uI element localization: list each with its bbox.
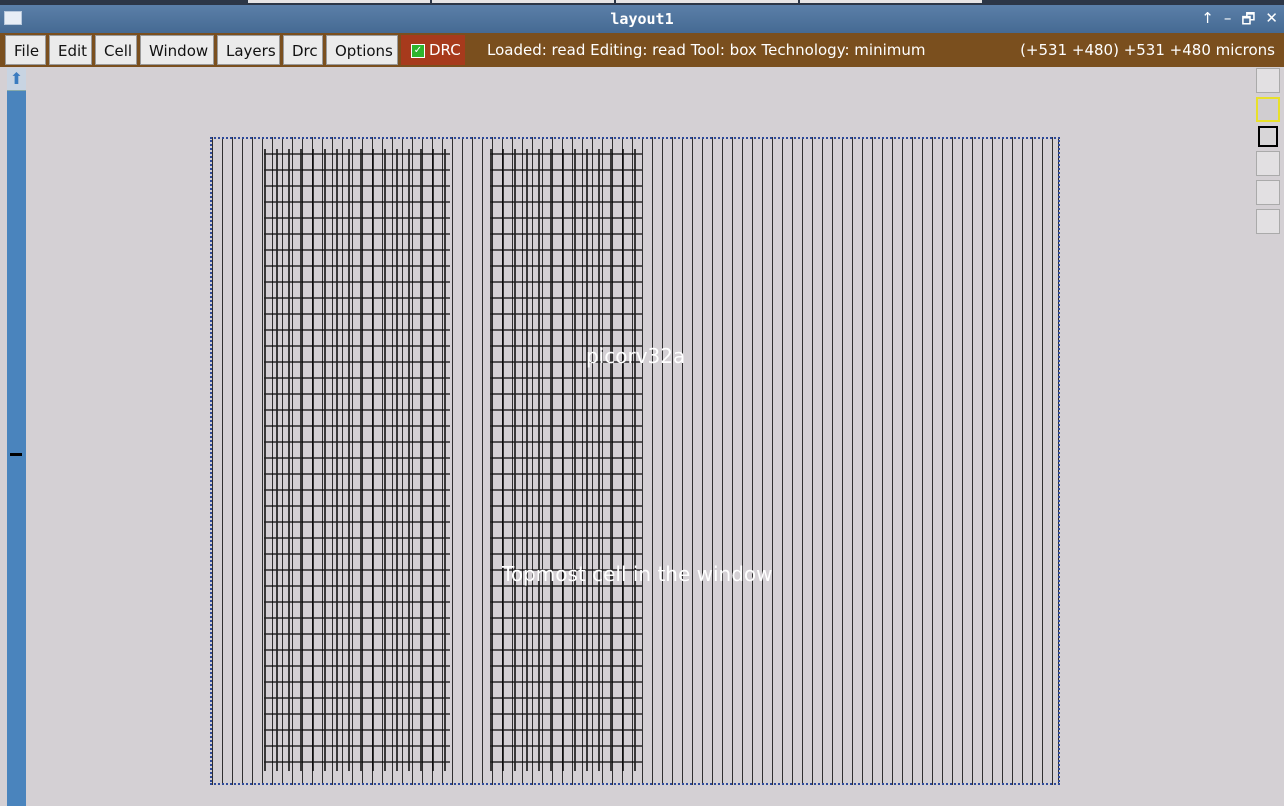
close-icon[interactable]: ✕ [1265, 9, 1278, 34]
tab-strip-segment [248, 0, 430, 3]
minimize-icon[interactable]: – [1224, 9, 1232, 34]
menu-cell[interactable]: Cell [95, 35, 137, 65]
menu-edit[interactable]: Edit [49, 35, 92, 65]
tab-strip-segment [616, 0, 798, 3]
layer-panel [1256, 68, 1280, 238]
cell-boundary[interactable]: picorv32a Topmost cell in the window [210, 137, 1060, 785]
up-arrow-icon[interactable]: ⬆ [7, 68, 26, 91]
tab-strip-segment [800, 0, 982, 3]
window-title: layout1 [610, 10, 674, 28]
layer-swatch-black[interactable] [1258, 126, 1278, 147]
layer-swatch[interactable] [1256, 180, 1280, 205]
cell-block-right [490, 149, 642, 771]
layer-swatch[interactable] [1256, 68, 1280, 93]
layout-canvas[interactable]: picorv32a Topmost cell in the window [26, 67, 1254, 806]
menu-drc[interactable]: Drc [283, 35, 323, 65]
cell-name-label: picorv32a [586, 344, 686, 368]
layer-swatch[interactable] [1256, 151, 1280, 176]
vertical-scrollbar[interactable]: ⬆ [7, 68, 26, 806]
window-controls: ↑ – 🗗 ✕ [1201, 9, 1278, 34]
menu-file[interactable]: File [5, 35, 46, 65]
layer-swatch-yellow[interactable] [1256, 97, 1280, 122]
scroll-position-marker[interactable] [10, 453, 22, 456]
maximize-icon[interactable]: 🗗 [1241, 9, 1255, 34]
window-title-bar: layout1 ↑ – 🗗 ✕ [0, 5, 1284, 33]
menu-layers[interactable]: Layers [217, 35, 280, 65]
coordinate-readout: (+531 +480) +531 +480 microns [1020, 41, 1275, 59]
checkbox-icon: ✓ [411, 43, 425, 58]
menu-window[interactable]: Window [140, 35, 214, 65]
cell-block-left [264, 149, 450, 771]
status-text: Loaded: read Editing: read Tool: box Tec… [487, 41, 926, 59]
drc-toggle[interactable]: ✓ DRC [401, 35, 465, 65]
layer-swatch[interactable] [1256, 209, 1280, 234]
topmost-cell-caption: Topmost cell in the window [502, 562, 773, 586]
menu-bar: File Edit Cell Window Layers Drc Options… [0, 33, 1284, 67]
tab-strip-segment [432, 0, 614, 3]
menu-options[interactable]: Options [326, 35, 398, 65]
raise-icon[interactable]: ↑ [1201, 9, 1214, 34]
drc-label: DRC [429, 41, 461, 59]
